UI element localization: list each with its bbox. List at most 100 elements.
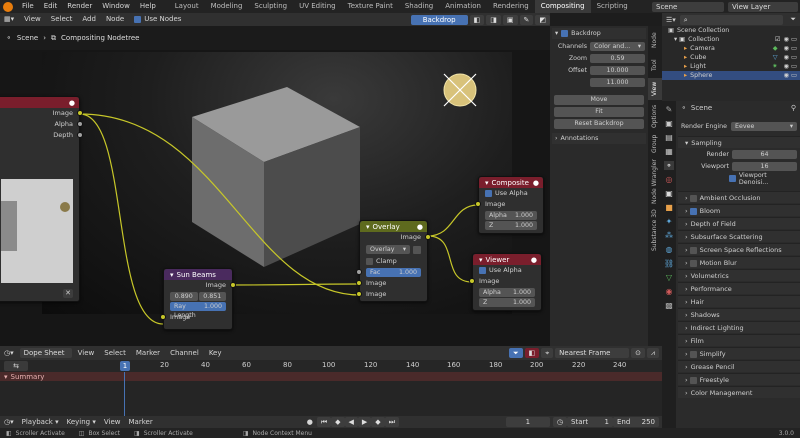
panel-subsurface-scattering[interactable]: › Subsurface Scattering: [678, 230, 800, 242]
texture-icon[interactable]: ▩: [665, 301, 673, 310]
viewer-node[interactable]: ▾ Viewer ● Use Alpha Image Alpha 1.000 Z 1.0…: [469, 253, 542, 311]
tab-substance-3d[interactable]: Substance 3D: [648, 208, 662, 252]
sun-beams-header[interactable]: ▾ Sun Beams: [164, 269, 232, 280]
collapse-icon[interactable]: ▾: [170, 271, 174, 279]
editor-type-icon[interactable]: ▦▾: [0, 14, 18, 25]
camera-icon[interactable]: ▭: [791, 53, 797, 62]
only-errors-icon[interactable]: ◧: [524, 348, 540, 358]
composite-header[interactable]: ▾ Composite ●: [479, 177, 543, 188]
reset-backdrop-button[interactable]: Reset Backdrop: [554, 119, 644, 129]
keying-menu[interactable]: Keying ▾: [63, 417, 100, 428]
use-alpha-checkbox[interactable]: [479, 266, 486, 274]
use-nodes-toggle[interactable]: Use Nodes: [130, 14, 185, 25]
dope-sheet-mode-dropdown[interactable]: Dope Sheet: [19, 348, 72, 358]
viewport-denoise-row[interactable]: Viewport Denoisi...: [681, 172, 797, 186]
panel-volumetrics[interactable]: › Volumetrics: [678, 269, 800, 281]
tab-modeling[interactable]: Modeling: [205, 0, 249, 13]
filter-icon[interactable]: ⏷: [508, 348, 523, 358]
next-key-icon[interactable]: ◆: [371, 417, 385, 427]
close-icon[interactable]: ✕: [63, 289, 73, 298]
channel-alpha-icon[interactable]: ◨: [486, 14, 501, 25]
panel-sampling[interactable]: ▾ Sampling: [678, 136, 800, 148]
use-alpha-checkbox[interactable]: [485, 189, 492, 197]
tab-sculpting[interactable]: Sculpting: [248, 0, 293, 13]
outliner-item-light[interactable]: ▸ Light ✷ ◉ ▭: [662, 62, 800, 71]
input-socket[interactable]: [469, 278, 475, 284]
current-frame-field[interactable]: 1: [505, 417, 550, 427]
backdrop-checkbox[interactable]: [561, 30, 569, 37]
input-socket[interactable]: [475, 201, 481, 207]
stopwatch-icon[interactable]: ◷: [552, 417, 567, 427]
panel-ambient-occlusion[interactable]: › Ambient Occlusion: [678, 191, 800, 203]
backdrop-button[interactable]: Backdrop: [410, 14, 468, 25]
offset-y-field[interactable]: 11.000: [590, 78, 645, 87]
eye-icon[interactable]: ◉: [784, 71, 790, 80]
summary-row[interactable]: ▾ Summary: [0, 372, 662, 381]
constraints-icon[interactable]: ⛓: [664, 259, 674, 268]
panel-screen-space-reflections[interactable]: › Screen Space Reflections: [678, 243, 800, 255]
tab-uv-editing[interactable]: UV Editing: [293, 0, 342, 13]
panel-checkbox[interactable]: [689, 350, 697, 358]
snap-icon[interactable]: ⌖: [541, 348, 554, 358]
play-reverse-icon[interactable]: ◀: [344, 417, 358, 427]
eye-icon[interactable]: ◉: [784, 53, 790, 62]
tab-texture-paint[interactable]: Texture Paint: [342, 0, 399, 13]
zoom-field[interactable]: 0.59: [590, 54, 645, 63]
camera-icon[interactable]: ▭: [791, 35, 797, 44]
outliner-search-input[interactable]: ⌕: [679, 14, 784, 25]
collapse-icon[interactable]: ▾: [366, 223, 370, 231]
channel-b-icon[interactable]: ▣: [502, 14, 518, 25]
panel-depth-of-field[interactable]: › Depth of Field: [678, 217, 800, 229]
composite-z-field[interactable]: Z 1.000: [485, 221, 537, 230]
render-icon[interactable]: ▣: [665, 119, 673, 128]
eye-icon[interactable]: ◉: [784, 44, 790, 53]
offset-x-field[interactable]: 10.000: [590, 66, 645, 75]
dope-menu-channel[interactable]: Channel: [166, 348, 203, 359]
playback-menu[interactable]: Playback ▾: [18, 417, 63, 428]
node-settings-icon[interactable]: ●: [417, 223, 423, 231]
filter-icon[interactable]: ⏷: [790, 15, 796, 24]
tab-animation[interactable]: Animation: [439, 0, 487, 13]
panel-checkbox[interactable]: [689, 376, 697, 384]
panel-hair[interactable]: › Hair: [678, 295, 800, 307]
input-socket[interactable]: [356, 280, 362, 286]
overlay-mix-node[interactable]: ▾ Overlay ● Image Overlay ▾ Clamp Fac 1.000 …: [356, 220, 431, 302]
collapse-icon[interactable]: ▾: [485, 179, 489, 187]
backdrop-panel-header[interactable]: ▾ Backdrop: [552, 28, 646, 39]
viewport-samples-field[interactable]: 16: [732, 162, 797, 171]
annotations-panel-header[interactable]: › Annotations: [552, 133, 646, 144]
move-button[interactable]: Move: [554, 95, 644, 105]
record-icon[interactable]: ●: [303, 417, 317, 428]
node-canvas[interactable]: ● Image Alpha Depth ✕ ▾ Sun Beams Image 0…: [0, 50, 550, 346]
tab-rendering[interactable]: Rendering: [487, 0, 535, 13]
view-menu[interactable]: View: [100, 417, 125, 428]
jump-end-icon[interactable]: ⏭: [384, 417, 399, 427]
collection-icon[interactable]: ▣: [665, 189, 673, 198]
eye-icon[interactable]: ◉: [784, 62, 790, 71]
modifier-icon[interactable]: ✦: [666, 217, 673, 226]
outliner-item-collection[interactable]: ▾ ▣ Collection ☑ ◉ ▭: [662, 35, 800, 44]
render-samples-field[interactable]: 64: [732, 150, 797, 159]
editor-type-icon[interactable]: ◷▾: [0, 417, 18, 428]
pin-icon[interactable]: ✎: [519, 14, 534, 25]
menu-render[interactable]: Render: [62, 0, 97, 13]
world-icon[interactable]: ◎: [666, 175, 673, 184]
menu-help[interactable]: Help: [135, 0, 161, 13]
panel-checkbox[interactable]: [689, 207, 697, 215]
tab-layout[interactable]: Layout: [169, 0, 205, 13]
overlay-toggle-icon[interactable]: ◩: [535, 14, 550, 25]
node-settings-icon[interactable]: ●: [531, 256, 537, 264]
snap-mode-dropdown[interactable]: Nearest Frame: [555, 348, 630, 358]
blend-mode-dropdown[interactable]: Overlay ▾: [366, 245, 410, 254]
marker-menu[interactable]: Marker: [125, 417, 157, 428]
ne-menu-add[interactable]: Add: [78, 14, 100, 25]
tab-shading[interactable]: Shading: [399, 0, 439, 13]
blender-logo-icon[interactable]: [3, 1, 13, 12]
outliner-editor-icon[interactable]: ☰▾: [666, 16, 676, 24]
ray-length-field[interactable]: Ray Length 1.000: [170, 302, 226, 319]
output-socket[interactable]: [230, 282, 236, 288]
dope-menu-view[interactable]: View: [74, 348, 99, 359]
panel-indirect-lighting[interactable]: › Indirect Lighting: [678, 321, 800, 333]
ne-menu-select[interactable]: Select: [47, 14, 77, 25]
checkbox-icon[interactable]: ☑: [775, 35, 781, 44]
